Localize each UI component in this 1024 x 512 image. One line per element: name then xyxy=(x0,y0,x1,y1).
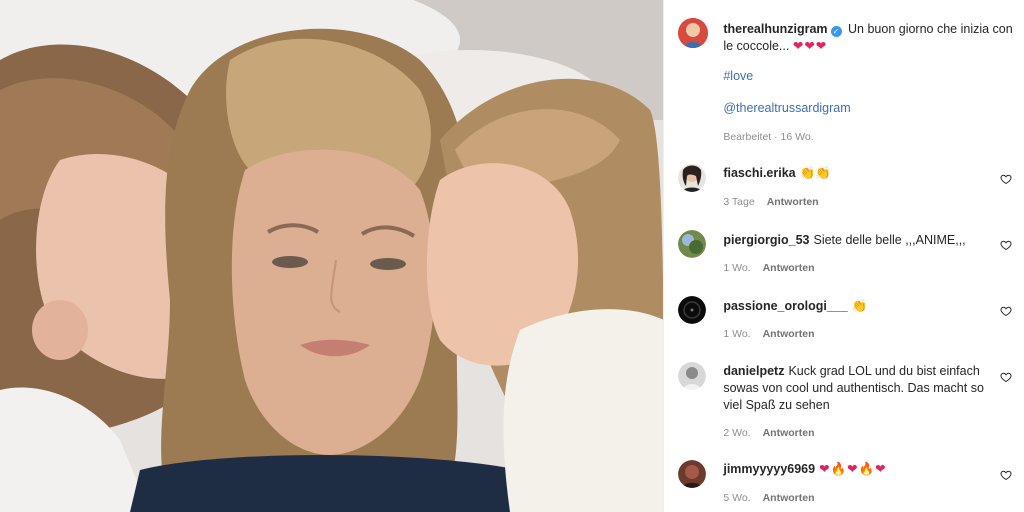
comment-text: jimmyyyyy6969 ❤🔥❤🔥❤ xyxy=(723,461,993,478)
comment-meta: 5 Wo. Antworten xyxy=(723,492,814,504)
reply-button[interactable]: Antworten xyxy=(763,492,815,504)
reply-button[interactable]: Antworten xyxy=(763,262,815,274)
hashtag-link[interactable]: #love xyxy=(723,69,753,83)
comment-username[interactable]: fiaschi.erika xyxy=(723,166,795,180)
comment-text: passione_orologi___ 👏 xyxy=(723,298,993,315)
post-meta: Bearbeitet · 16 Wo. xyxy=(723,131,814,143)
heart-outline-icon[interactable] xyxy=(1000,371,1012,383)
heart-outline-icon[interactable] xyxy=(1000,239,1012,251)
avatar-image-icon xyxy=(678,460,707,488)
commenter-avatar[interactable] xyxy=(678,164,707,192)
avatar-image-icon xyxy=(678,164,707,192)
comment-text: fiaschi.erika 👏👏 xyxy=(723,165,993,182)
comment-body: 👏 xyxy=(851,299,868,313)
avatar-image-icon xyxy=(678,296,707,324)
commenter-avatar[interactable] xyxy=(678,230,707,258)
comment-age: 2 Wo. xyxy=(723,427,751,439)
comment-age: 5 Wo. xyxy=(723,492,751,504)
comment-meta: 1 Wo. Antworten xyxy=(723,262,814,274)
reply-button[interactable]: Antworten xyxy=(763,427,815,439)
avatar-image-icon xyxy=(678,18,709,48)
caption: therealhunzigram ✓ Un buon giorno che ini… xyxy=(723,21,1013,55)
comment-meta: 1 Wo. Antworten xyxy=(723,328,814,340)
comment-age: 1 Wo. xyxy=(723,262,751,274)
comment-username[interactable]: passione_orologi___ xyxy=(723,299,847,313)
commenter-avatar[interactable] xyxy=(678,460,707,488)
comment-text: danielpetz Kuck grad LOL und du bist einf… xyxy=(723,363,993,414)
comment-username[interactable]: danielpetz xyxy=(723,364,784,378)
selfie-image xyxy=(0,0,664,512)
comment-body: Siete delle belle ,,,ANIME,,, xyxy=(813,233,966,247)
heart-outline-icon[interactable] xyxy=(1000,173,1012,185)
comment-age: 1 Wo. xyxy=(723,328,751,340)
verified-badge-icon: ✓ xyxy=(830,26,842,37)
post-sidebar: therealhunzigram ✓ Un buon giorno che ini… xyxy=(663,0,1024,512)
avatar-image-icon xyxy=(678,230,707,258)
comment-body: ❤🔥❤🔥❤ xyxy=(819,462,887,476)
comment-body: 👏👏 xyxy=(799,166,831,180)
heart-outline-icon[interactable] xyxy=(1000,305,1012,317)
mention-link[interactable]: @therealtrussardigram xyxy=(723,101,850,115)
author-username[interactable]: therealhunzigram xyxy=(723,22,827,36)
reply-button[interactable]: Antworten xyxy=(767,196,819,208)
post-photo[interactable] xyxy=(0,0,664,512)
commenter-avatar[interactable] xyxy=(678,296,707,324)
comment-username[interactable]: jimmyyyyy6969 xyxy=(723,462,815,476)
author-avatar[interactable] xyxy=(678,18,709,48)
comment-meta: 3 Tage Antworten xyxy=(723,196,818,208)
comment-meta: 2 Wo. Antworten xyxy=(723,427,814,439)
comment-age: 3 Tage xyxy=(723,196,755,208)
caption-emojis: ❤❤❤ xyxy=(792,39,828,53)
commenter-avatar[interactable] xyxy=(678,362,707,390)
comment-text: piergiorgio_53 Siete delle belle ,,,ANIME… xyxy=(723,232,993,249)
avatar-image-icon xyxy=(678,362,707,390)
comment-username[interactable]: piergiorgio_53 xyxy=(723,233,809,247)
reply-button[interactable]: Antworten xyxy=(763,328,815,340)
heart-outline-icon[interactable] xyxy=(1000,469,1012,481)
